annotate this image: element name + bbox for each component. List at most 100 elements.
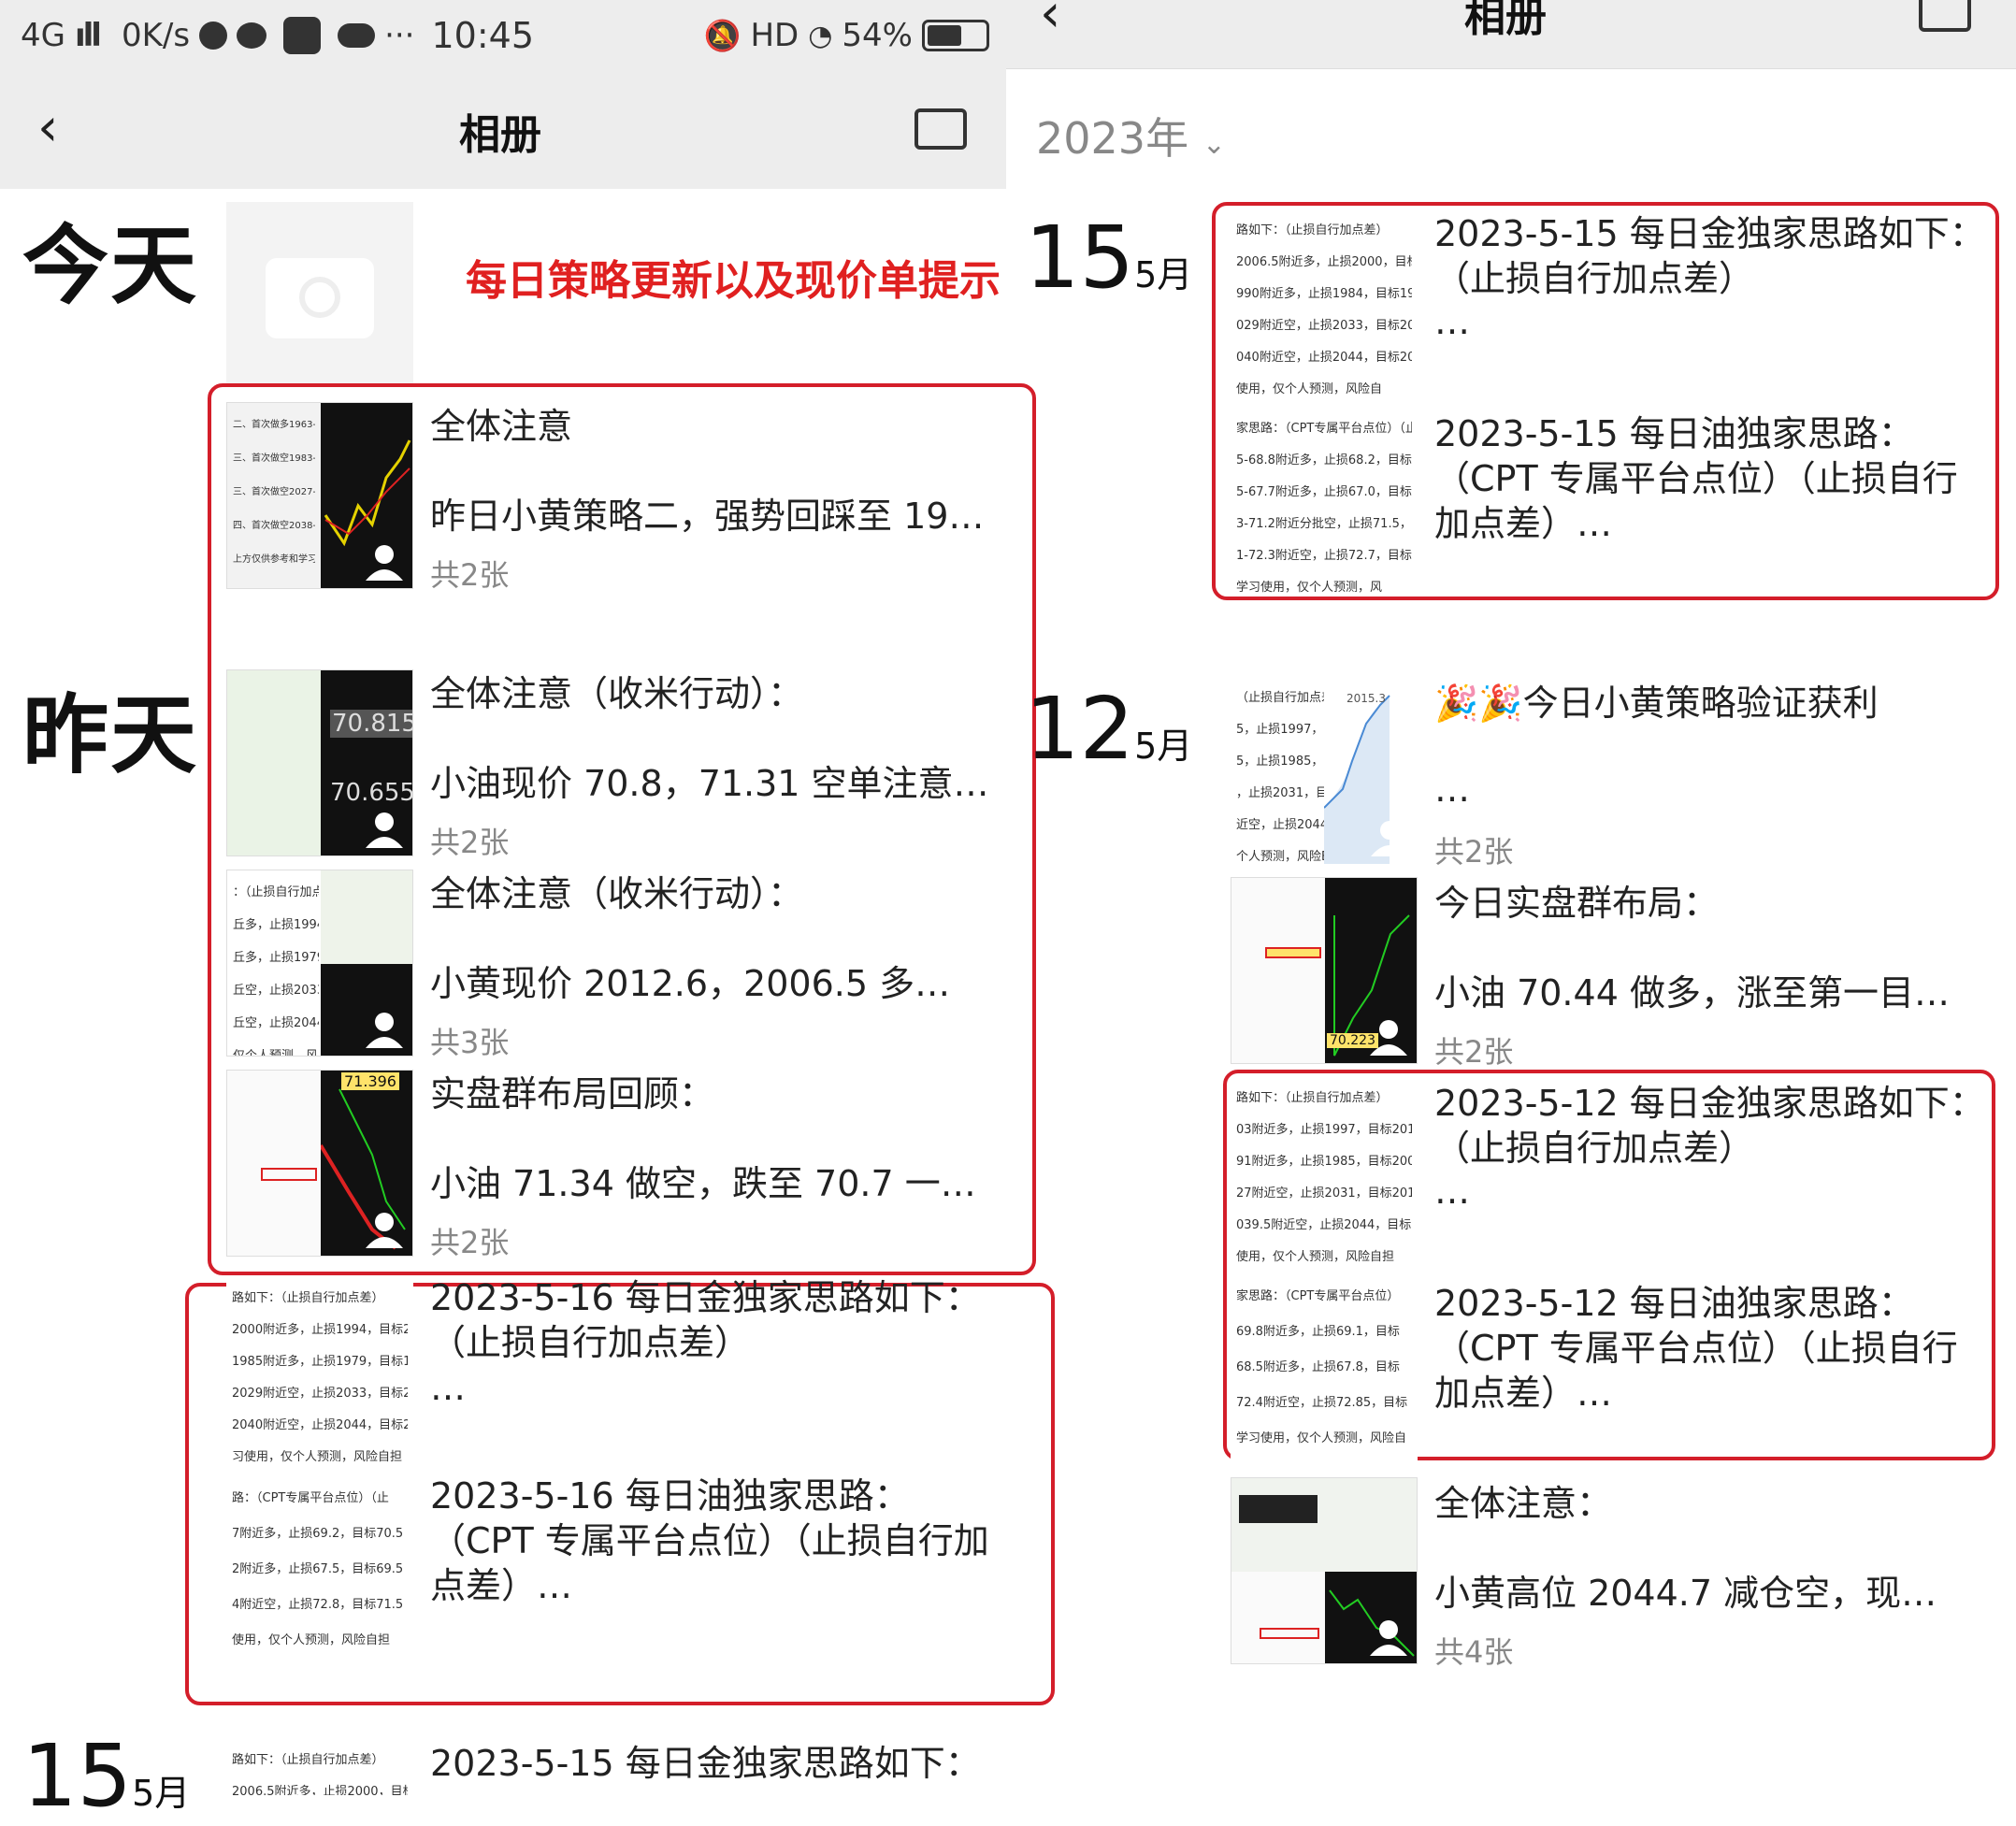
photo-count: 共2张 [1434,1034,1514,1070]
thumb-text-line: 丘空，止损2033， [233,984,319,998]
post-text[interactable]: … [1434,1169,1470,1214]
photo-count: 共3张 [430,1025,510,1060]
thumb-text-line: 家思路：（CPT专属平台点位）（止 [1236,422,1412,436]
hd-label: HD [750,17,799,54]
clock: 10:45 [431,15,535,56]
post-text[interactable]: 小油现价 70.8，71.31 空单注意… [430,761,1010,806]
person-icon [364,1011,405,1048]
thumb-text-line: 仅个人预测，风 [233,1049,319,1057]
thumb-text-line: 学习使用，仅个人预测，风 [1236,581,1383,595]
thumb-text-line: 近空，止损2044， [1236,818,1324,832]
year-selector[interactable]: 2023年 ⌄ [1036,105,1226,166]
post-title[interactable]: 全体注意： [1434,1481,1612,1526]
thumb-text-line: ，止损2031，目 [1236,786,1324,800]
post-text[interactable]: … [430,1365,466,1410]
thumb-text-line: 三、首次做空1983-1985附近，目标1993-2010附近 [233,453,315,464]
thumb-text-line: 1-72.3附近空，止损72.7，目标71. [1236,549,1412,563]
post-title[interactable]: 全体注意 [430,404,572,449]
thumb-text-line: 路如下：（止损自行加点差） [232,1753,384,1767]
post-thumbnail[interactable]: 70.815 70.655 [226,669,413,856]
day-label-yesterday: 昨天 [22,685,199,785]
post-text[interactable]: 昨日小黄策略二，强势回踩至 19… [430,494,1010,539]
post-text[interactable]: 小黄高位 2044.7 减仓空，现… [1434,1571,1986,1616]
post-title[interactable]: 今日实盘群布局： [1434,881,1719,926]
date-day: 15 [22,1726,133,1826]
post-title[interactable]: 全体注意（收米行动）： [430,871,803,916]
post-thumbnail[interactable]: （止损自行加点差 5，止损1997，目 5，止损1985，目 ，止损2031，目… [1231,677,1418,864]
post-title[interactable]: 2023-5-16 每日金独家思路如下：（止损自行加点差） [430,1275,991,1365]
post-thumbnail[interactable]: ：（止损自行加点 丘多，止损1994， 丘多，止损1979， 丘空，止损2033… [226,870,413,1057]
comment-icon[interactable] [914,108,967,150]
thumb-text-line: 68.5附近多，止损67.8，目标 [1236,1360,1400,1374]
post-title[interactable]: 2023-5-15 每日油独家思路：（CPT 专属平台点位）（止损自行加点差）… [1434,411,1986,546]
thumb-text-line: 二、首次做多1963-2000附近，目标2008-2018附近 [233,420,315,430]
post-thumbnail[interactable]: 71.396 [226,1070,413,1257]
post-thumbnail[interactable]: 路如下：（止损自行加点差） 2006.5附近多，止损2000，目标2 [226,1739,413,1795]
photo-count: 共4张 [1434,1634,1514,1670]
mute-icon: 🔕 [703,18,742,53]
camera-icon [266,258,374,338]
page-title: 相册 [1464,0,1547,41]
post-text[interactable]: 小油 71.34 做空，跌至 70.7 一… [430,1161,1010,1206]
comment-icon[interactable] [1919,0,1971,32]
thumb-text-line: 91附近多，止损1985，目标2000- [1236,1155,1412,1169]
wifi-icon: ◔ [808,19,833,52]
battery-icon [922,20,989,51]
person-icon [1368,1618,1409,1656]
post-title[interactable]: 2023-5-16 每日油独家思路：（CPT 专属平台点位）（止损自行加点差）… [430,1474,991,1608]
post-thumbnail[interactable] [1231,1477,1418,1664]
post-title[interactable]: 🎉🎉今日小黄策略验证获利 [1434,681,1879,726]
camera-upload-tile[interactable] [226,202,413,387]
thumb-text-line: 990附近多，止损1984，目标1998 [1236,287,1412,301]
post-thumbnail[interactable]: 家思路：（CPT专属平台点位） 69.8附近多，止损69.1，目标 68.5附近… [1231,1273,1418,1460]
post-title[interactable]: 2023-5-15 每日金独家思路如下：（止损自行加点差） [1434,211,1986,301]
post-thumbnail[interactable]: 路如下：（止损自行加点差） 03附近多，止损1997，目标2010- 91附近多… [1231,1077,1418,1264]
post-title[interactable]: 2023-5-12 每日油独家思路：（CPT 专属平台点位）（止损自行加点差）… [1434,1281,1986,1416]
post-text[interactable]: … [1434,767,1470,812]
post-thumbnail[interactable]: 路如下：（止损自行加点差） 2006.5附近多，止损2000，目标2 990附近… [1231,209,1418,396]
thumb-text-line: 使用，仅个人预测，风险自 [1236,382,1383,396]
post-thumbnail[interactable]: 路：（CPT专属平台点位）（止 7附近多，止损69.2，目标70.5 2附近多，… [226,1475,413,1662]
date-month: 5月 [1134,726,1193,767]
back-button[interactable]: ‹ [37,102,75,154]
thumb-text-line: 7附近多，止损69.2，目标70.5 [232,1527,404,1541]
post-title[interactable]: 2023-5-12 每日金独家思路如下：（止损自行加点差） [1434,1081,1986,1171]
thumb-text-line: 2附近多，止损67.5，目标69.5 [232,1562,404,1576]
thumb-text-line: 习使用，仅个人预测，风险自担 [232,1450,403,1464]
thumb-text-line: 路如下：（止损自行加点差） [1236,223,1389,237]
thumb-text-line: 2000附近多，止损1994，目标20 [232,1323,408,1337]
year-label: 2023年 [1036,113,1189,164]
thumb-text-line: 5-67.7附近多，止损67.0，目标69. [1236,485,1412,499]
thumb-text-line: 2006.5附近多，止损2000，目标2 [232,1785,408,1795]
post-thumbnail[interactable]: 70.223 [1231,877,1418,1064]
post-thumbnail[interactable]: 二、首次做多1963-2000附近，目标2008-2018附近 三、首次做空19… [226,402,413,589]
thumb-text-line: 个人预测，风险E [1236,850,1324,864]
date-day: 12 [1025,679,1135,779]
thumb-text-line: 学习使用，仅个人预测，风险自 [1236,1431,1407,1445]
photo-count: 共2张 [430,557,510,593]
post-thumbnail[interactable]: 家思路：（CPT专属平台点位）（止 5-68.8附近多，止损68.2，目标69.… [1231,408,1418,595]
post-title[interactable]: 全体注意（收米行动）： [430,671,803,716]
page-title: 相册 [459,111,541,159]
thumb-text-line: 040附近空，止损2044，目标2030 [1236,351,1412,365]
more-icon: ··· [384,17,415,54]
status-bar: 4G ıll 0K/s ··· 10:45 🔕 HD ◔ 54% [21,13,1002,58]
person-icon [364,543,405,581]
post-text[interactable]: 小黄现价 2012.6，2006.5 多… [430,961,1010,1006]
chevron-down-icon: ⌄ [1202,128,1226,161]
photo-count: 共2张 [1434,834,1514,870]
date-day: 15 [1025,208,1135,308]
thumb-text-line: 2029附近空，止损2033，目标20 [232,1387,408,1401]
thumb-text-line: 三、首次做空2027-2036附近，目标2020-2012附近 [233,487,315,497]
post-thumbnail[interactable]: 路如下：（止损自行加点差） 2000附近多，止损1994，目标20 1985附近… [226,1277,413,1464]
cloud-icon [338,23,376,48]
date-month: 5月 [132,1773,191,1814]
post-title[interactable]: 2023-5-15 每日金独家思路如下： [430,1741,981,1786]
person-icon [364,811,405,848]
post-text[interactable]: … [1434,299,1470,344]
post-text[interactable]: 小油 70.44 做多，涨至第一目… [1434,971,1986,1015]
app-icon [283,17,322,54]
back-button[interactable]: ‹ [1040,0,1077,40]
price-label: 71.396 [341,1072,399,1090]
post-title[interactable]: 实盘群布局回顾： [430,1071,714,1116]
